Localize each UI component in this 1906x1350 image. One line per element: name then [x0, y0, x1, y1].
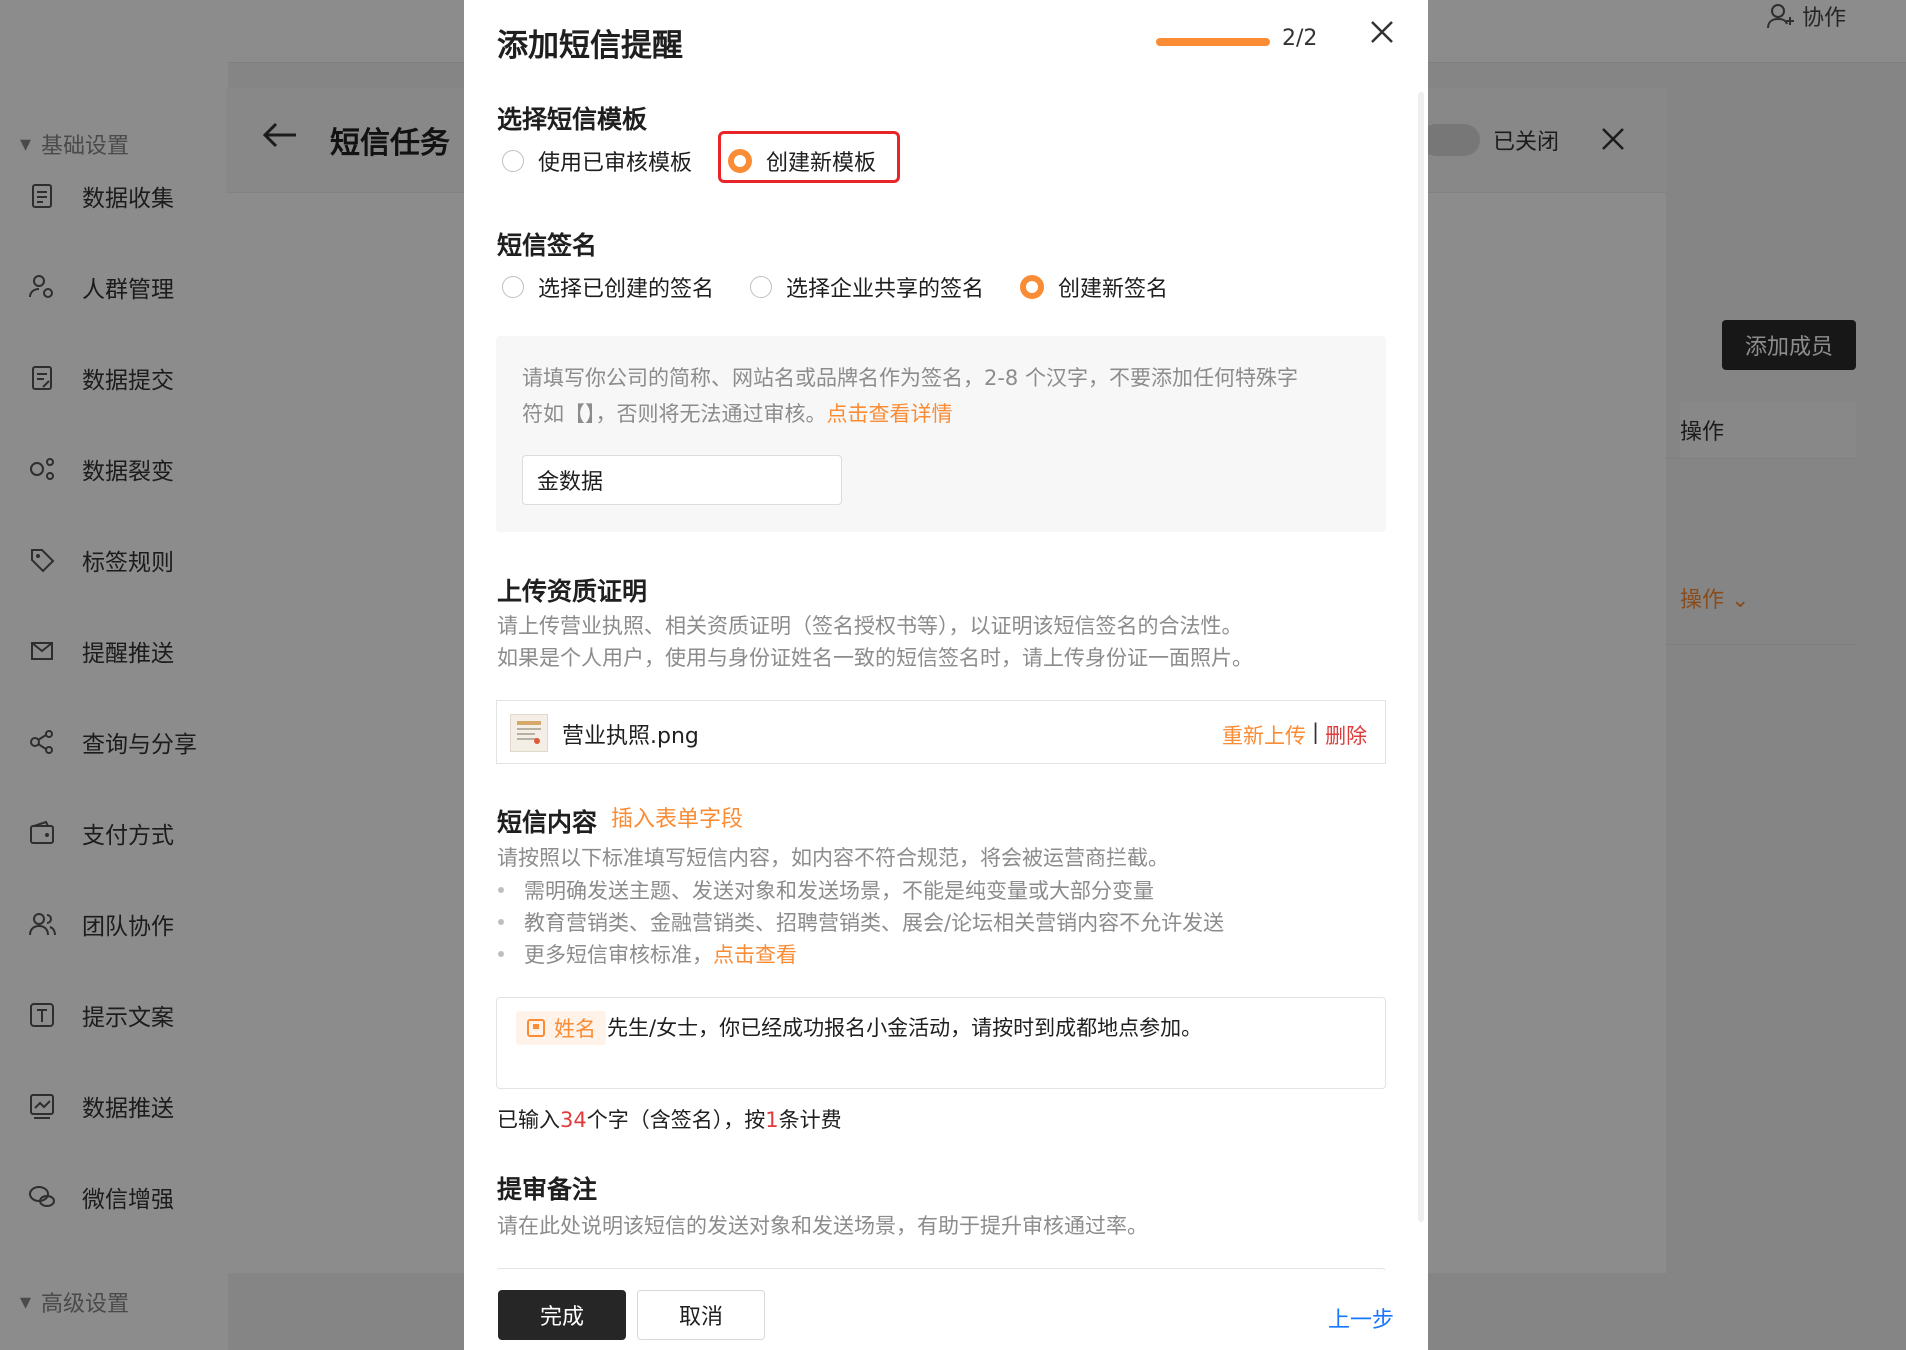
signature-input[interactable]: 金数据	[522, 455, 842, 505]
action-separator: |	[1312, 720, 1320, 744]
content-section-label: 短信内容	[497, 808, 598, 837]
radio-button-selected[interactable]	[1020, 275, 1044, 299]
signature-section-label: 短信签名	[497, 231, 598, 260]
sms-reminder-modal	[464, 0, 1428, 1350]
view-details-link[interactable]: 点击查看详情	[827, 402, 953, 426]
close-icon[interactable]	[1368, 18, 1396, 50]
list-item: 教育营销类、金融营销类、招聘营销类、展会/论坛相关营销内容不允许发送	[498, 906, 1224, 938]
delete-link[interactable]: 删除	[1325, 720, 1367, 750]
radio-create-new-signature[interactable]: 创建新签名	[1020, 271, 1168, 303]
list-item: 更多短信审核标准，点击查看	[498, 938, 797, 970]
sms-content-text: 先生/女士，你已经成功报名小金活动，请按时到成都地点参加。	[607, 1016, 1203, 1040]
field-tag-name[interactable]: 姓名	[516, 1011, 606, 1045]
template-section-label: 选择短信模板	[497, 105, 648, 134]
upload-section-label: 上传资质证明	[497, 577, 648, 606]
remark-hint: 请在此处说明该短信的发送对象和发送场景，有助于提升审核通过率。	[497, 1214, 1148, 1238]
signature-hint-line2: 符如【】，否则将无法通过审核。点击查看详情	[522, 402, 953, 426]
radio-use-approved-template[interactable]: 使用已审核模板	[502, 145, 692, 177]
insert-field-link[interactable]: 插入表单字段	[611, 801, 743, 833]
radio-select-shared-signature[interactable]: 选择企业共享的签名	[750, 271, 984, 303]
step-progress-bar	[1156, 38, 1270, 46]
radio-select-created-signature[interactable]: 选择已创建的签名	[502, 271, 714, 303]
view-standards-link[interactable]: 点击查看	[713, 943, 797, 967]
radio-button[interactable]	[502, 276, 524, 298]
scrollbar[interactable]	[1418, 92, 1424, 1222]
content-hint: 请按照以下标准填写短信内容，如内容不符合规范，将会被运营商拦截。	[497, 846, 1169, 870]
radio-button[interactable]	[750, 276, 772, 298]
file-name: 营业执照.png	[562, 724, 699, 749]
radio-button[interactable]	[502, 150, 524, 172]
signature-hint-line1: 请填写你公司的简称、网站名或品牌名作为签名，2-8 个汉字，不要添加任何特殊字	[522, 366, 1298, 390]
upload-hint-line1: 请上传营业执照、相关资质证明（签名授权书等），以证明该短信签名的合法性。	[497, 614, 1243, 638]
file-actions: 重新上传 | 删除	[1222, 720, 1367, 750]
done-button[interactable]: 完成	[498, 1290, 626, 1340]
highlight-box	[718, 131, 900, 183]
image-file-icon	[510, 714, 548, 752]
upload-hint-line2: 如果是个人用户，使用与身份证姓名一致的短信签名时，请上传身份证一面照片。	[497, 646, 1253, 670]
modal-title: 添加短信提醒	[497, 28, 683, 64]
cancel-button[interactable]: 取消	[637, 1290, 765, 1340]
char-count: 已输入34个字（含签名），按1条计费	[497, 1108, 842, 1132]
list-item: 需明确发送主题、发送对象和发送场景，不能是纯变量或大部分变量	[498, 874, 1154, 906]
prev-step-link[interactable]: 上一步	[1328, 1302, 1394, 1334]
sms-content-editor[interactable]	[496, 997, 1386, 1089]
step-indicator: 2/2	[1282, 26, 1318, 51]
contact-card-icon	[527, 1019, 545, 1037]
remark-section-label: 提审备注	[497, 1175, 598, 1204]
reupload-link[interactable]: 重新上传	[1222, 720, 1306, 750]
